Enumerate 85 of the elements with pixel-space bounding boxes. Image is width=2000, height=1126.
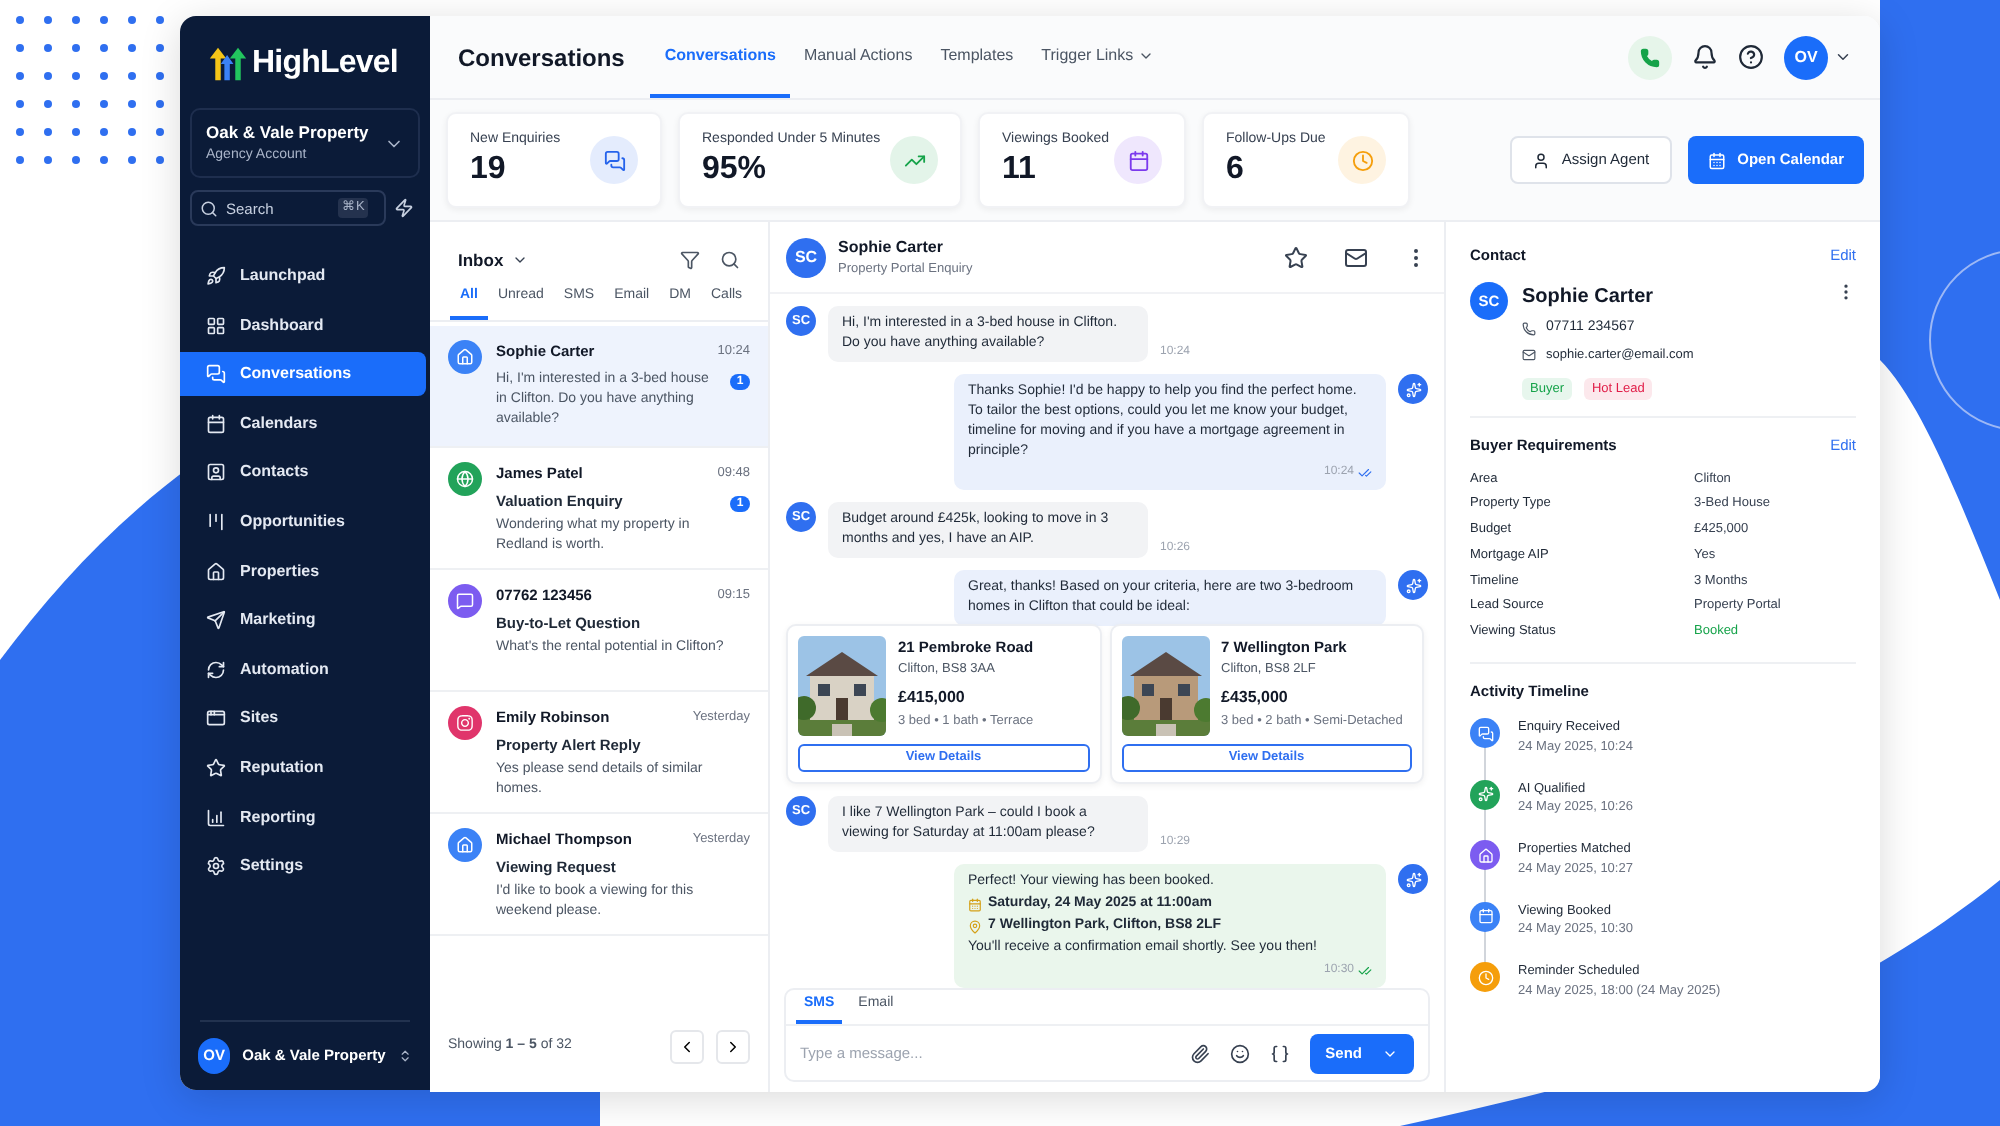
settings-icon: [206, 856, 226, 877]
contact-avatar: SC: [786, 237, 826, 277]
braces-icon[interactable]: [1269, 1043, 1290, 1063]
house-icon: [456, 836, 474, 854]
nav-item[interactable]: Marketing: [180, 598, 430, 642]
star-icon: [206, 757, 226, 778]
sparkle-icon: [1405, 871, 1421, 887]
mail-icon[interactable]: [1344, 245, 1368, 269]
calendar-icon: [206, 413, 226, 434]
bar-chart-icon: [206, 807, 226, 828]
contact-name: Sophie Carter: [1522, 284, 1656, 313]
lightning-icon[interactable]: [394, 198, 414, 219]
rocket-icon: [206, 266, 226, 287]
account-name: Oak & Vale Property: [206, 120, 371, 146]
property-price: £435,000: [1221, 686, 1290, 710]
window-icon: [206, 708, 226, 729]
sparkle-icon: [1477, 786, 1493, 802]
filter-icon[interactable]: [680, 250, 700, 270]
nav-tab[interactable]: Conversations: [650, 16, 790, 98]
contact-card-icon: [206, 462, 226, 483]
logo-icon: [208, 44, 248, 84]
calendar-icon: [968, 897, 982, 911]
calendar-icon: [1477, 908, 1493, 924]
nav-item[interactable]: Sites: [180, 697, 430, 741]
calendar-icon: [1127, 149, 1149, 171]
chat-icon: [206, 364, 226, 385]
nav-item[interactable]: Calendars: [180, 402, 430, 446]
house-icon: [456, 348, 474, 366]
stat-value: 95%: [702, 150, 769, 191]
nav-item[interactable]: Settings: [180, 844, 430, 888]
paper-plane-icon: [206, 610, 226, 631]
nav-tab[interactable]: Manual Actions: [789, 16, 927, 98]
nav-item[interactable]: Reporting: [180, 795, 430, 839]
calendar-icon: [1707, 151, 1726, 169]
phone-icon: [1522, 322, 1536, 336]
help-icon[interactable]: [1738, 44, 1764, 70]
call-button[interactable]: [1628, 35, 1672, 79]
nav-item[interactable]: Dashboard: [180, 303, 430, 347]
cycle-icon: [206, 659, 226, 680]
chevron-right-icon: [724, 1038, 742, 1056]
stat-value: 11: [1002, 150, 1038, 191]
chevron-down-icon: [511, 252, 528, 268]
stat-value: 6: [1226, 150, 1246, 191]
grid-icon: [206, 315, 226, 336]
chat-icon: [1477, 725, 1493, 741]
nav-tab[interactable]: Templates: [926, 16, 1028, 98]
property-price: £415,000: [898, 686, 967, 710]
chevron-left-icon: [678, 1038, 696, 1056]
user-icon: [1531, 151, 1550, 169]
message-icon: [456, 592, 474, 610]
sparkle-icon: [1405, 577, 1421, 593]
inbox-title[interactable]: Inbox: [458, 247, 504, 273]
nav-item[interactable]: Automation: [180, 648, 430, 692]
search-icon[interactable]: [720, 250, 740, 270]
nav-item[interactable]: Properties: [180, 549, 430, 593]
nav-item[interactable]: Launchpad: [180, 254, 430, 298]
sort-icon: [397, 1048, 412, 1064]
star-icon[interactable]: [1284, 245, 1308, 269]
columns-icon: [206, 512, 226, 533]
stat-value: 19: [470, 150, 508, 191]
emoji-icon[interactable]: [1229, 1043, 1250, 1063]
phone-icon: [1640, 47, 1660, 67]
house-icon: [206, 561, 226, 582]
notification-icon[interactable]: [1692, 44, 1718, 70]
house-icon: [1477, 847, 1493, 863]
nav-item[interactable]: Opportunities: [180, 500, 430, 544]
logo-text: HighLevel: [252, 44, 398, 84]
camera-icon: [456, 714, 474, 732]
globe-icon: [456, 470, 474, 488]
mail-icon: [1522, 348, 1536, 363]
sparkle-icon: [1405, 381, 1421, 397]
paperclip-icon[interactable]: [1189, 1043, 1210, 1063]
nav-item[interactable]: Contacts: [180, 451, 430, 495]
contact-name: Sophie Carter: [838, 235, 945, 260]
search-icon: [200, 199, 218, 218]
user-avatar[interactable]: OV: [1784, 35, 1828, 79]
clock-icon: [1477, 969, 1493, 985]
nav-tab[interactable]: Trigger Links: [1027, 16, 1168, 98]
chat-icon: [603, 149, 625, 171]
chevron-down-icon: [1834, 48, 1852, 66]
page-title: Conversations: [458, 41, 625, 75]
clock-icon: [1351, 149, 1373, 171]
nav-item[interactable]: Reputation: [180, 746, 430, 790]
map-pin-icon: [968, 919, 982, 933]
nav-item[interactable]: Conversations: [180, 352, 426, 397]
